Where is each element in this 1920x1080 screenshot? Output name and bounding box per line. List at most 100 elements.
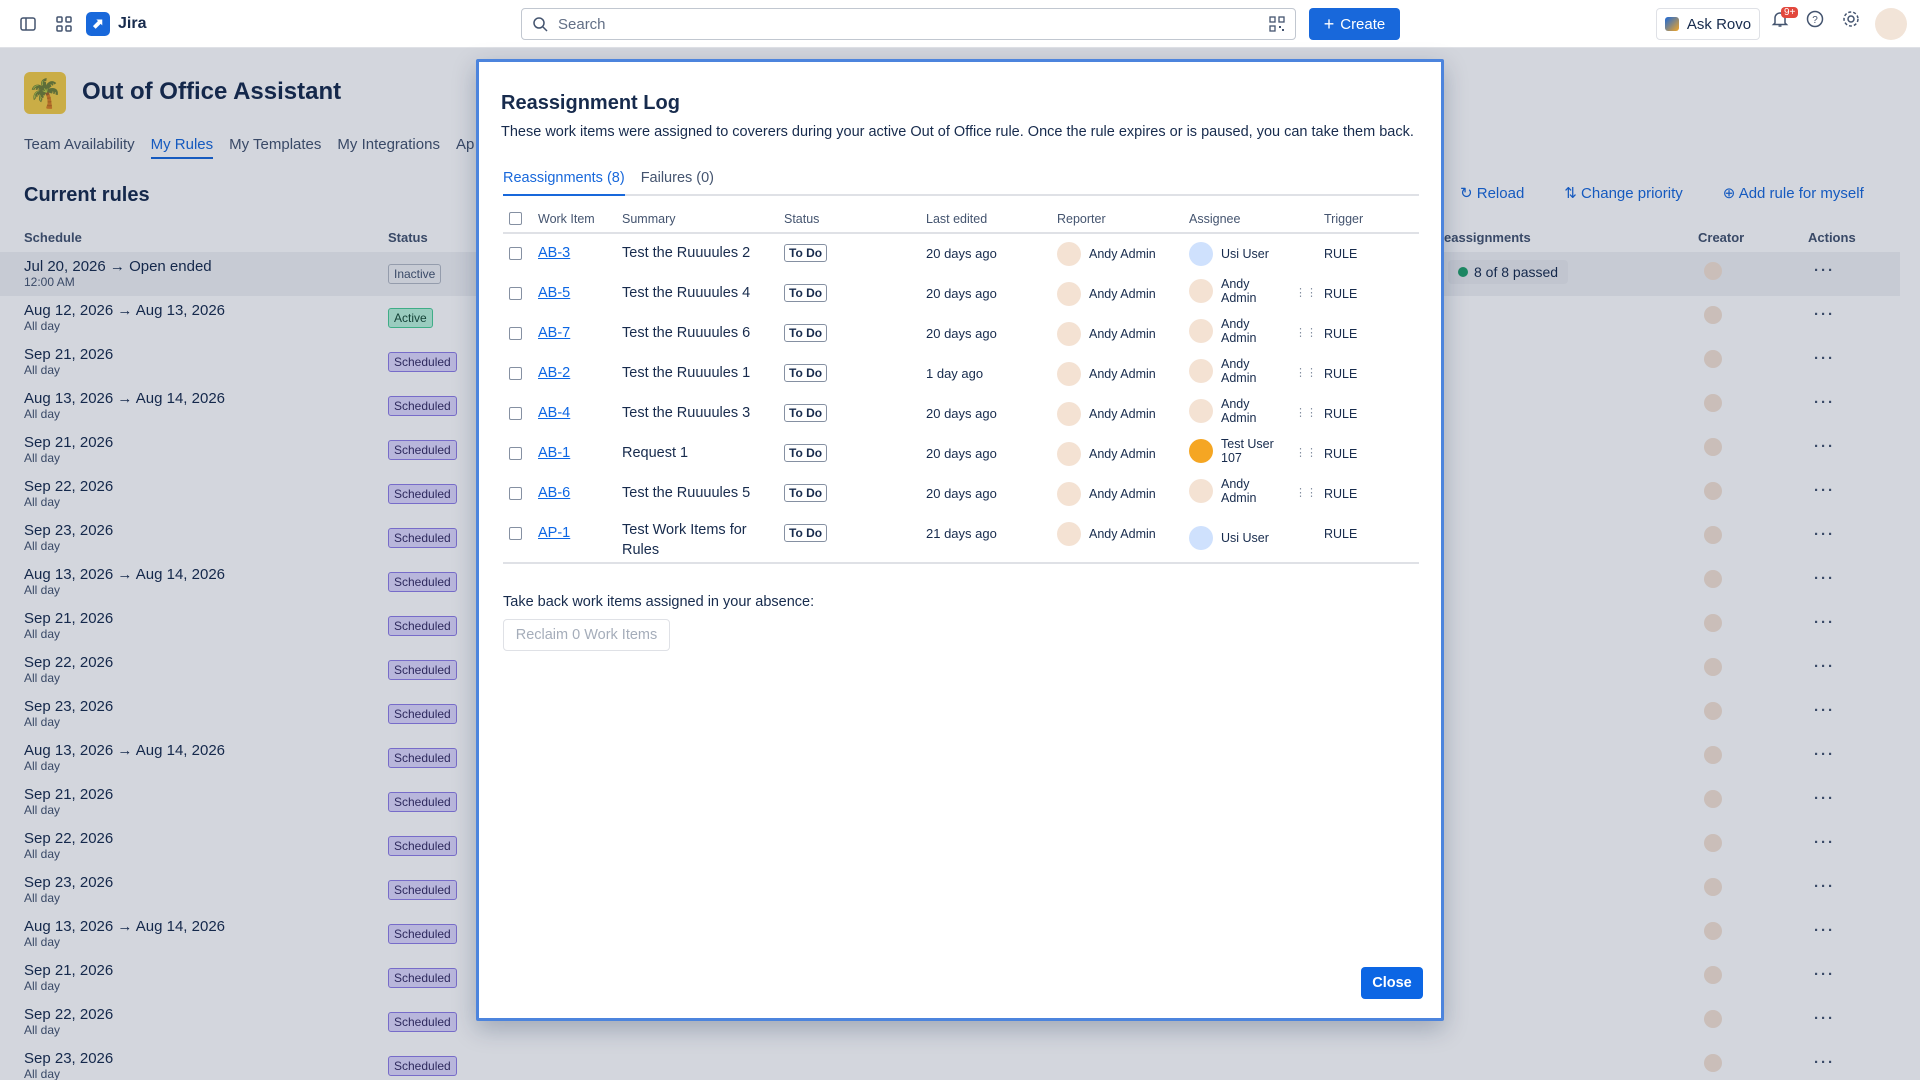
reporter: Andy Admin [1057, 482, 1156, 506]
rovo-label: Ask Rovo [1686, 15, 1752, 33]
notifications-badge: 9+ [1781, 7, 1799, 18]
reporter-name: Andy Admin [1089, 407, 1156, 421]
sidebar-toggle-icon[interactable] [14, 10, 42, 38]
assignee: Andy Admin [1189, 357, 1279, 385]
row-checkbox[interactable] [509, 287, 522, 300]
search-icon [533, 17, 548, 32]
assignee-avatar [1189, 279, 1213, 303]
assignee-avatar [1189, 399, 1213, 423]
status-lozenge: To Do [784, 244, 828, 262]
work-item-link[interactable]: AB-7 [538, 325, 570, 341]
row-checkbox[interactable] [509, 487, 522, 500]
app-switcher-icon[interactable] [50, 10, 78, 38]
help-icon[interactable]: ? [1806, 10, 1824, 31]
assignee-name: Andy Admin [1221, 477, 1257, 505]
status-lozenge: To Do [784, 404, 828, 422]
work-item-link[interactable]: AB-4 [538, 405, 570, 421]
reporter-avatar [1057, 362, 1081, 386]
trigger-value: RULE [1324, 287, 1358, 301]
reassignment-row: AP-1 Test Work Items for Rules To Do 21 day… [503, 514, 1419, 562]
reassignment-row: AB-2 Test the Ruuuules 1 To Do 1 day ago And… [503, 354, 1419, 394]
assignee-name: Andy Admin [1221, 277, 1257, 305]
app-name: Jira [118, 14, 147, 32]
reclaim-button[interactable]: Reclaim 0 Work Items [503, 619, 670, 651]
create-button[interactable]: + Create [1309, 8, 1400, 40]
drag-handle-icon[interactable]: ⋮⋮ [1295, 486, 1317, 499]
table-bottom-divider [503, 562, 1419, 564]
drag-handle-icon[interactable]: ⋮⋮ [1295, 366, 1317, 379]
drag-handle-icon[interactable]: ⋮⋮ [1295, 326, 1317, 339]
search-input[interactable]: Search [521, 8, 1296, 40]
reassignment-row: AB-6 Test the Ruuuules 5 To Do 20 days ago A… [503, 474, 1419, 514]
drag-handle-icon[interactable]: ⋮⋮ [1295, 286, 1317, 299]
reporter-name: Andy Admin [1089, 287, 1156, 301]
status-lozenge: To Do [784, 484, 828, 502]
row-checkbox[interactable] [509, 247, 522, 260]
reporter-avatar [1057, 282, 1081, 306]
reporter-avatar [1057, 482, 1081, 506]
last-edited: 20 days ago [926, 446, 997, 461]
work-item-link[interactable]: AB-3 [538, 245, 570, 261]
assignee-name: Usi User [1221, 531, 1269, 545]
last-edited: 1 day ago [926, 366, 984, 381]
row-checkbox[interactable] [509, 367, 522, 380]
row-checkbox[interactable] [509, 407, 522, 420]
drag-handle-icon[interactable]: ⋮⋮ [1295, 446, 1317, 459]
modal-description: These work items were assigned to covere… [501, 124, 1414, 140]
trigger-value: RULE [1324, 327, 1358, 341]
status-lozenge: To Do [784, 364, 828, 382]
trigger-value: RULE [1324, 527, 1358, 541]
takeback-label: Take back work items assigned in your ab… [503, 594, 815, 610]
trigger-value: RULE [1324, 247, 1358, 261]
search-placeholder: Search [558, 15, 606, 33]
work-item-summary: Test the Ruuuules 3 [622, 405, 751, 421]
reporter-name: Andy Admin [1089, 327, 1156, 341]
select-all-checkbox[interactable] [509, 212, 522, 225]
reporter: Andy Admin [1057, 282, 1156, 306]
assignee: Andy Admin [1189, 477, 1279, 505]
reporter: Andy Admin [1057, 322, 1156, 346]
reporter-name: Andy Admin [1089, 487, 1156, 501]
work-item-summary: Test the Ruuuules 1 [622, 365, 751, 381]
assignee: Andy Admin [1189, 277, 1279, 305]
search-filter-icon[interactable] [1269, 16, 1285, 32]
last-edited: 20 days ago [926, 286, 997, 301]
work-item-link[interactable]: AB-2 [538, 365, 570, 381]
col-status: Status [784, 212, 820, 226]
reporter-avatar [1057, 522, 1081, 546]
trigger-value: RULE [1324, 407, 1358, 421]
row-checkbox[interactable] [509, 527, 522, 540]
tab-reassignments[interactable]: Reassignments (8) [503, 170, 625, 196]
status-lozenge: To Do [784, 444, 828, 462]
assignee-name: Andy Admin [1221, 397, 1257, 425]
ask-rovo-button[interactable]: Ask Rovo [1656, 8, 1760, 40]
jira-logo-icon: ⬈ [86, 11, 110, 36]
top-navigation: ⬈ Jira Search + Create Ask Rovo 9+ ? [0, 0, 1920, 48]
status-lozenge: To Do [784, 324, 828, 342]
work-item-summary: Test the Ruuuules 4 [622, 285, 751, 301]
reporter-avatar [1057, 402, 1081, 426]
work-item-summary: Test the Ruuuules 2 [622, 245, 751, 261]
last-edited: 20 days ago [926, 246, 997, 261]
work-item-link[interactable]: AB-1 [538, 445, 570, 461]
drag-handle-icon[interactable]: ⋮⋮ [1295, 406, 1317, 419]
row-checkbox[interactable] [509, 327, 522, 340]
assignee-avatar [1189, 526, 1213, 550]
assignee: Andy Admin [1189, 397, 1279, 425]
settings-gear-icon[interactable] [1842, 10, 1860, 31]
work-item-link[interactable]: AB-5 [538, 285, 570, 301]
reporter-name: Andy Admin [1089, 367, 1156, 381]
user-avatar[interactable] [1875, 8, 1907, 40]
trigger-value: RULE [1324, 447, 1358, 461]
status-lozenge: To Do [784, 524, 828, 542]
assignee-name: Andy Admin [1221, 357, 1257, 385]
row-checkbox[interactable] [509, 447, 522, 460]
last-edited: 21 days ago [926, 526, 997, 541]
work-item-link[interactable]: AP-1 [538, 525, 570, 541]
work-item-summary: Test the Ruuuules 6 [622, 325, 751, 341]
tab-failures[interactable]: Failures (0) [641, 170, 714, 194]
reporter-name: Andy Admin [1089, 247, 1156, 261]
jira-home-link[interactable]: ⬈ Jira [86, 11, 147, 36]
close-button[interactable]: Close [1361, 967, 1423, 999]
work-item-link[interactable]: AB-6 [538, 485, 570, 501]
